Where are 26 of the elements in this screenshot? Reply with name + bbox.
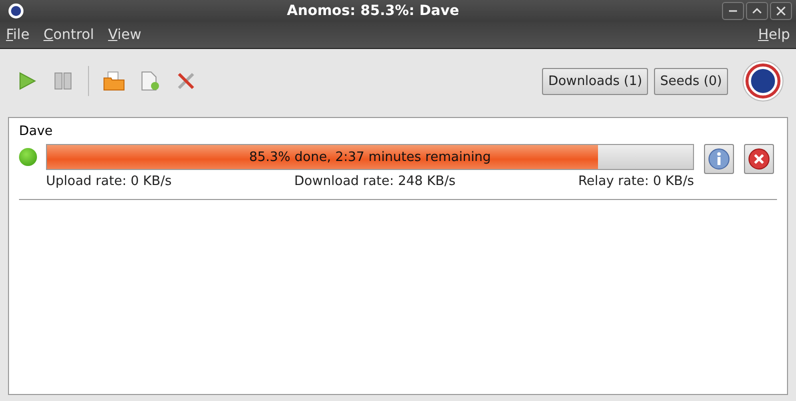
info-icon: [708, 148, 730, 170]
menu-item[interactable]: File: [6, 27, 30, 43]
seal-logo: [742, 60, 784, 102]
relay-rate: Relay rate: 0 KB/s: [578, 174, 694, 189]
progress-text: 85.3% done, 2:37 minutes remaining: [249, 150, 491, 164]
new-file-icon[interactable]: [139, 70, 161, 92]
tab-button[interactable]: Seeds (0): [654, 68, 728, 94]
folder-icon[interactable]: [103, 70, 125, 92]
remove-button[interactable]: [744, 144, 774, 174]
close-icon: [748, 148, 770, 170]
minimize-button[interactable]: [722, 2, 744, 20]
download-rate: Download rate: 248 KB/s: [294, 174, 456, 189]
menu-item[interactable]: View: [108, 27, 142, 43]
tools-icon[interactable]: [175, 70, 197, 92]
tab-button[interactable]: Downloads (1): [542, 68, 648, 94]
info-button[interactable]: [704, 144, 734, 174]
torrent-name: Dave: [19, 124, 54, 139]
menu-item[interactable]: Help: [758, 27, 790, 43]
close-icon: [776, 6, 786, 16]
menu-item[interactable]: Control: [43, 27, 94, 43]
app-icon: [8, 3, 24, 19]
caret-icon: [752, 6, 762, 16]
close-button[interactable]: [770, 2, 792, 20]
maximize-button[interactable]: [746, 2, 768, 20]
upload-rate: Upload rate: 0 KB/s: [46, 174, 172, 189]
window-title: Anomos: 85.3%: Dave: [286, 3, 460, 19]
